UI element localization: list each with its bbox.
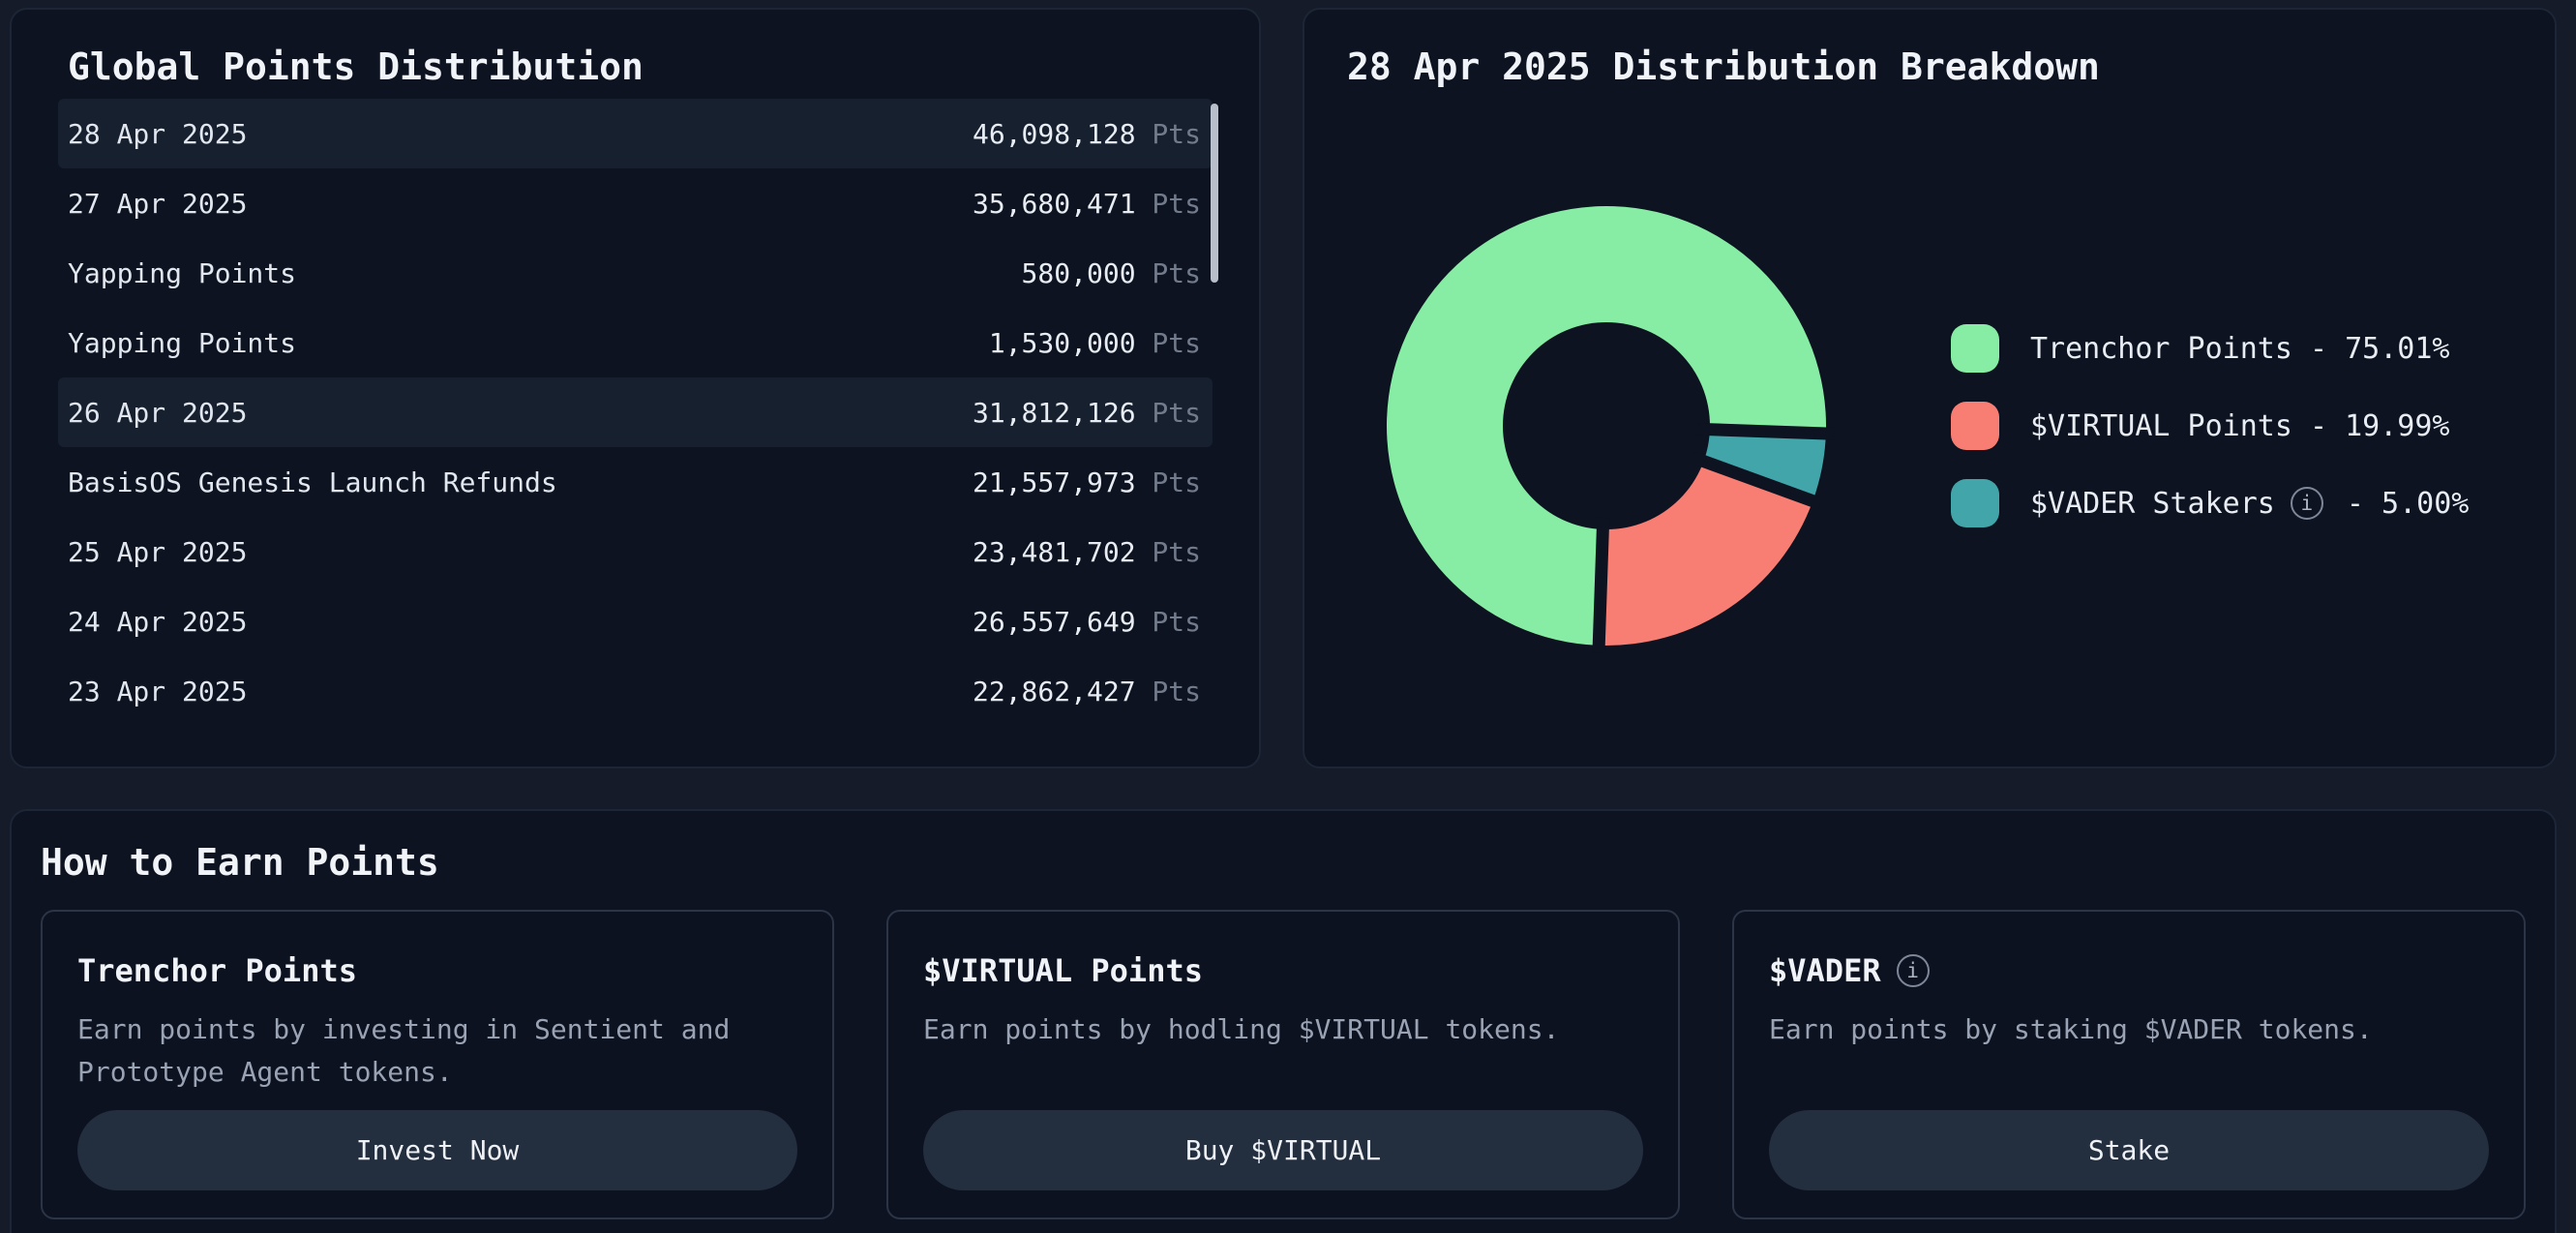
points-row-label: BasisOS Genesis Launch Refunds	[68, 466, 557, 498]
slice-gap	[1599, 518, 1603, 653]
how-to-earn-panel: How to Earn Points Trenchor Points Earn p…	[10, 809, 2557, 1233]
points-row[interactable]: 27 Apr 2025 35,680,471 Pts	[58, 168, 1213, 238]
points-row[interactable]: 26 Apr 2025 31,812,126 Pts	[58, 377, 1213, 447]
points-row-label: Yapping Points	[68, 327, 296, 359]
points-row-label: 25 Apr 2025	[68, 536, 247, 568]
legend-label: $VIRTUAL Points - 19.99%	[2030, 409, 2450, 443]
points-row-value: 22,862,427 Pts	[973, 676, 1201, 707]
global-points-panel: Global Points Distribution 28 Apr 2025 46…	[10, 8, 1261, 768]
points-row[interactable]: Yapping Points 580,000 Pts	[58, 238, 1213, 308]
legend-item: $VADER Stakersi - 5.00%	[1951, 465, 2469, 542]
earn-card-button[interactable]: Invest Now	[77, 1110, 797, 1190]
points-row-value: 31,812,126 Pts	[973, 397, 1201, 429]
points-row[interactable]: 25 Apr 2025 23,481,702 Pts	[58, 517, 1213, 586]
points-row-label: 23 Apr 2025	[68, 676, 247, 707]
legend-item: $VIRTUAL Points - 19.99%	[1951, 387, 2469, 465]
earn-card: Trenchor Points Earn points by investing …	[41, 910, 834, 1219]
earn-card-description: Earn points by investing in Sentient and…	[77, 1008, 797, 1094]
scrollbar-thumb[interactable]	[1211, 104, 1218, 283]
earn-card-description: Earn points by hodling $VIRTUAL tokens.	[923, 1008, 1643, 1051]
global-points-title: Global Points Distribution	[68, 45, 1213, 89]
donut-chart	[1379, 198, 1834, 653]
earn-card-title: $VIRTUAL Points	[923, 950, 1203, 991]
distribution-breakdown-panel: 28 Apr 2025 Distribution Breakdown Trenc…	[1303, 8, 2557, 768]
points-row-label: 24 Apr 2025	[68, 606, 247, 638]
legend-swatch	[1951, 479, 1999, 527]
points-row-value: 46,098,128 Pts	[973, 118, 1201, 150]
breakdown-title: 28 Apr 2025 Distribution Breakdown	[1347, 45, 2512, 89]
legend-item: Trenchor Points - 75.01%	[1951, 310, 2469, 387]
points-row-label: 27 Apr 2025	[68, 188, 247, 220]
points-row-value: 26,557,649 Pts	[973, 606, 1201, 638]
donut-hole	[1503, 322, 1710, 529]
earn-cards: Trenchor Points Earn points by investing …	[41, 910, 2526, 1219]
points-row[interactable]: 24 Apr 2025 26,557,649 Pts	[58, 586, 1213, 656]
points-row[interactable]: BasisOS Genesis Launch Refunds 21,557,973…	[58, 447, 1213, 517]
earn-card-title: $VADER	[1769, 950, 1881, 991]
points-row[interactable]: 28 Apr 2025 46,098,128 Pts	[58, 99, 1213, 168]
earn-card-button[interactable]: Stake	[1769, 1110, 2489, 1190]
legend-swatch	[1951, 402, 1999, 450]
legend-swatch	[1951, 324, 1999, 373]
points-row-label: Yapping Points	[68, 257, 296, 289]
points-row-value: 1,530,000 Pts	[989, 327, 1201, 359]
points-row-value: 580,000 Pts	[1022, 257, 1201, 289]
points-row-value: 35,680,471 Pts	[973, 188, 1201, 220]
points-row-value: 21,557,973 Pts	[973, 466, 1201, 498]
points-list: 28 Apr 2025 46,098,128 Pts 27 Apr 2025 35,6…	[58, 99, 1213, 726]
points-row-label: 28 Apr 2025	[68, 118, 247, 150]
earn-card-button[interactable]: Buy $VIRTUAL	[923, 1110, 1643, 1190]
earn-card: $VIRTUAL Points Earn points by hodling $V…	[886, 910, 1680, 1219]
info-icon[interactable]: i	[2291, 487, 2323, 520]
how-to-earn-title: How to Earn Points	[41, 840, 2526, 885]
points-row[interactable]: 23 Apr 2025 22,862,427 Pts	[58, 656, 1213, 726]
legend-label: $VADER Stakersi - 5.00%	[2030, 487, 2469, 521]
info-icon[interactable]: i	[1897, 954, 1930, 987]
earn-card-description: Earn points by staking $VADER tokens.	[1769, 1008, 2489, 1051]
earn-card-title: Trenchor Points	[77, 950, 357, 991]
points-row-label: 26 Apr 2025	[68, 397, 247, 429]
points-row-value: 23,481,702 Pts	[973, 536, 1201, 568]
points-row[interactable]: Yapping Points 1,530,000 Pts	[58, 308, 1213, 377]
legend-label: Trenchor Points - 75.01%	[2030, 332, 2450, 366]
earn-card: $VADER i Earn points by staking $VADER tok…	[1732, 910, 2526, 1219]
slice-gap	[1698, 429, 1834, 434]
chart-legend: Trenchor Points - 75.01% $VIRTUAL Points …	[1951, 310, 2469, 542]
